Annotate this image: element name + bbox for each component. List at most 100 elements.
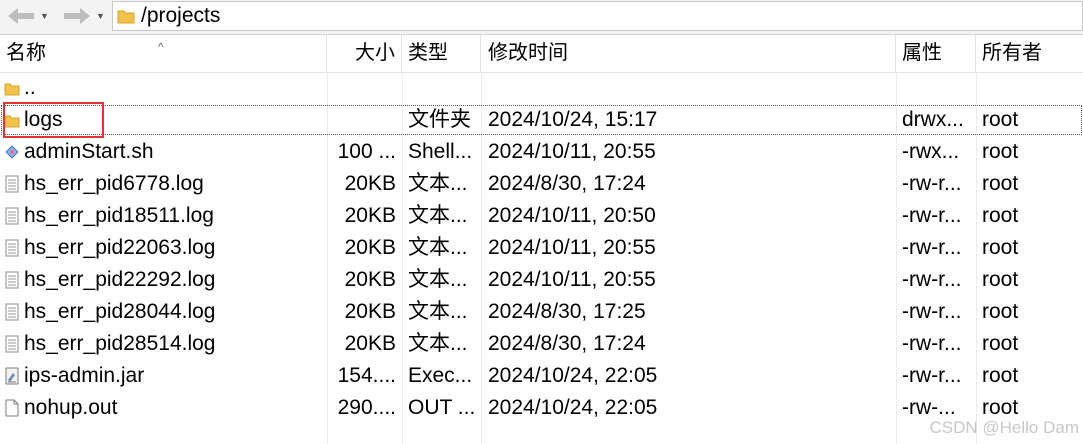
file-type: Exec... [408,364,473,387]
file-modified: 2024/10/11, 20:55 [488,236,656,259]
file-size: 20KB [344,332,396,355]
watermark: CSDN @Hello Dam [929,418,1079,437]
chevron-down-icon[interactable]: ▼ [96,11,105,21]
file-owner: root [982,108,1019,131]
forward-button[interactable]: ▼ [62,3,105,29]
chevron-down-icon[interactable]: ▼ [40,11,49,21]
file-modified: 2024/10/11, 20:55 [488,140,656,163]
file-type: Shell... [408,140,473,163]
file-modified: 2024/10/11, 20:55 [488,268,656,291]
file-size: 20KB [344,236,396,259]
file-name: hs_err_pid22292.log [24,268,216,291]
folder-icon [117,10,135,24]
file-size: 20KB [344,268,396,291]
file-owner: root [982,172,1019,195]
column-owner-header[interactable]: 所有者 [976,35,1083,72]
file-modified: 2024/10/24, 22:05 [488,396,658,419]
file-owner: root [982,364,1019,387]
file-size: 20KB [344,300,396,323]
file-permissions: -rw-r... [902,364,962,387]
file-size: 20KB [344,172,396,195]
file-owner: root [982,236,1019,259]
file-permissions: -rw-r... [902,300,962,323]
file-size: 290.... [337,396,396,419]
file-modified: 2024/8/30, 17:25 [488,300,646,323]
file-row[interactable]: hs_err_pid6778.log 20KB 文本... 2024/8/30,… [0,168,1083,200]
column-size-header[interactable]: 大小 [327,35,402,72]
file-name: adminStart.sh [24,140,154,163]
text-file-icon [5,175,19,193]
file-name: logs [24,108,63,131]
file-permissions: -rw-r... [902,204,962,227]
text-file-icon [5,239,19,257]
file-permissions: -rw-r... [902,332,962,355]
file-permissions: -rw-r... [902,268,962,291]
file-type: 文本... [408,204,468,227]
column-modified-header[interactable]: 修改时间 [481,35,896,72]
file-modified: 2024/10/11, 20:50 [488,204,656,227]
path-input[interactable]: /projects [112,1,1083,31]
file-name: hs_err_pid22063.log [24,236,216,259]
file-row[interactable]: hs_err_pid18511.log 20KB 文本... 2024/10/1… [0,200,1083,232]
text-file-icon [5,207,19,225]
column-size-label: 大小 [355,42,395,64]
file-modified: 2024/8/30, 17:24 [488,172,646,195]
folder-icon [4,115,20,128]
column-attributes-label: 属性 [902,42,942,64]
file-name: hs_err_pid6778.log [24,172,204,195]
column-attributes-header[interactable]: 属性 [896,35,976,72]
file-name: hs_err_pid28044.log [24,300,216,323]
file-row[interactable]: hs_err_pid22063.log 20KB 文本... 2024/10/1… [0,232,1083,264]
file-row[interactable]: hs_err_pid28514.log 20KB 文本... 2024/8/30… [0,328,1083,360]
script-icon [5,145,19,159]
file-name: hs_err_pid18511.log [24,204,214,227]
arrow-left-icon [8,8,34,24]
file-size: 154.... [337,364,396,387]
parent-directory-row[interactable]: .. [0,72,1083,104]
file-owner: root [982,300,1019,323]
file-modified: 2024/8/30, 17:24 [488,332,646,355]
column-owner-label: 所有者 [982,42,1042,64]
file-name: .. [24,76,36,99]
file-permissions: drwx... [902,108,964,131]
file-type: 文件夹 [408,108,471,131]
text-file-icon [5,303,19,321]
file-type: 文本... [408,236,468,259]
file-row[interactable]: nohup.out 290.... OUT ... 2024/10/24, 22… [0,392,1083,424]
file-owner: root [982,140,1019,163]
file-size [326,104,396,136]
sort-ascending-icon: ^ [158,40,164,54]
file-owner: root [982,268,1019,291]
column-name-label: 名称 [6,42,46,64]
file-permissions: -rw-r... [902,236,962,259]
column-modified-label: 修改时间 [488,42,568,64]
file-modified: 2024/10/24, 22:05 [488,364,658,387]
file-row[interactable]: logs 文件夹 2024/10/24, 15:17 drwx... root [0,104,1083,136]
file-name: ips-admin.jar [24,364,145,387]
file-row[interactable]: hs_err_pid28044.log 20KB 文本... 2024/8/30… [0,296,1083,328]
file-name: nohup.out [24,396,118,419]
file-row[interactable]: hs_err_pid22292.log 20KB 文本... 2024/10/1… [0,264,1083,296]
file-owner: root [982,204,1019,227]
column-type-header[interactable]: 类型 [402,35,481,72]
file-type: 文本... [408,332,468,355]
file-type: 文本... [408,300,468,323]
file-permissions: -rw-r... [902,172,962,195]
arrow-right-icon [64,8,90,24]
column-name-header[interactable]: 名称 ^ [0,35,327,72]
back-button[interactable]: ▼ [6,3,49,29]
jar-file-icon [5,367,19,385]
text-file-icon [5,335,19,353]
file-owner: root [982,332,1019,355]
folder-icon [4,83,20,96]
column-type-label: 类型 [408,42,448,64]
file-size: 100 ... [337,140,396,163]
file-name: hs_err_pid28514.log [24,332,216,355]
text-file-icon [5,271,19,289]
file-row[interactable]: adminStart.sh 100 ... Shell... 2024/10/1… [0,136,1083,168]
path-text: /projects [141,4,221,27]
file-modified: 2024/10/24, 15:17 [488,108,658,131]
column-header: 名称 ^ 大小 类型 修改时间 属性 所有者 [0,35,1083,73]
file-type: 文本... [408,172,468,195]
file-row[interactable]: ips-admin.jar 154.... Exec... 2024/10/24… [0,360,1083,392]
